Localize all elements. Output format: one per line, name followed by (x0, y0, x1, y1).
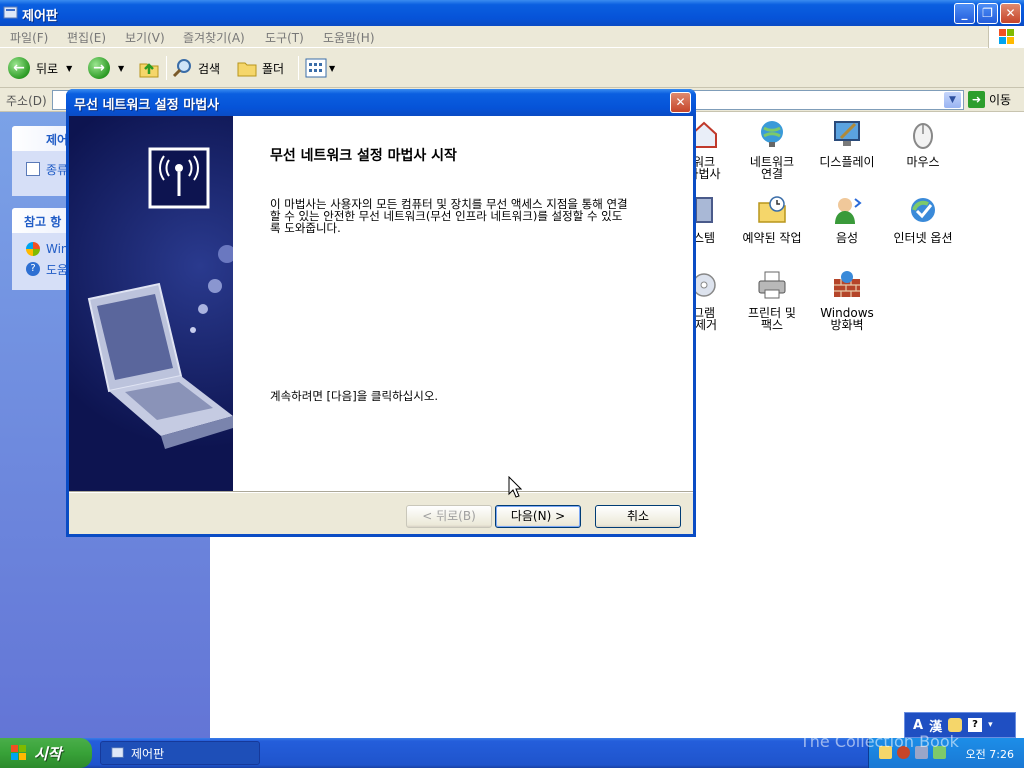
go-arrow-icon: ➜ (968, 91, 985, 108)
chevron-down-icon[interactable]: ▼ (118, 64, 124, 73)
help-icon: ? (26, 262, 40, 276)
item-label: 예약된 작업 (742, 231, 802, 245)
menu-file[interactable]: 파일(F) (10, 29, 48, 46)
views-icon (305, 58, 327, 78)
wizard-side-banner (69, 116, 233, 491)
taskbar-item-label: 제어판 (131, 746, 165, 761)
menu-tools[interactable]: 도구(T) (265, 29, 304, 46)
window-titlebar[interactable]: 제어판 _ ❐ ✕ (0, 0, 1024, 26)
cancel-button[interactable]: 취소 (595, 505, 681, 528)
control-panel-icon (111, 747, 124, 758)
ime-pad-icon[interactable] (948, 718, 963, 732)
window-title: 제어판 (22, 9, 58, 24)
chevron-down-icon[interactable]: ▼ (66, 64, 72, 73)
firewall-icon (834, 271, 860, 297)
maximize-button[interactable]: ❐ (977, 3, 998, 24)
item-label: 마우스 (906, 155, 940, 169)
switch-view-icon (26, 162, 40, 176)
windows-firewall-item[interactable]: Windows 방화벽 (807, 269, 887, 331)
control-panel-icon (3, 6, 18, 19)
search-icon (172, 59, 191, 78)
help-label: 도움 (46, 262, 69, 277)
windows-update-icon (26, 242, 40, 256)
scheduled-tasks-item[interactable]: 예약된 작업 (732, 194, 812, 244)
windows-logo-icon (988, 26, 1024, 48)
go-label: 이동 (989, 93, 1012, 107)
menu-help[interactable]: 도움말(H) (323, 29, 375, 46)
printers-faxes-item[interactable]: 프린터 및 팩스 (732, 269, 812, 331)
folders-button[interactable]: 폴더 (236, 55, 284, 81)
dialog-separator (69, 491, 693, 493)
back-button[interactable]: ← 뒤로 ▼ (8, 55, 72, 81)
wizard-description: 이 마법사는 사용자의 모든 컴퓨터 및 장치를 무선 액세스 지점을 통해 연… (270, 197, 628, 235)
minimize-button[interactable]: _ (954, 3, 975, 24)
wireless-laptop-illustration-icon (87, 147, 233, 449)
start-button[interactable]: 시작 (0, 738, 92, 768)
network-connections-icon (761, 121, 783, 147)
item-label: Windows 방화벽 (820, 306, 874, 332)
forward-arrow-icon: → (88, 57, 110, 79)
back-arrow-icon: ← (8, 57, 30, 79)
taskbar-item-control-panel[interactable]: 제어판 (100, 741, 260, 765)
chevron-down-icon[interactable]: ▼ (329, 64, 335, 73)
folder-icon (237, 62, 257, 77)
toolbar: ← 뒤로 ▼ → ▼ 검색 폴더 ▼ (0, 48, 1024, 88)
views-button[interactable]: ▼ (305, 55, 335, 81)
item-label: 프린터 및 팩스 (748, 306, 796, 332)
item-label: 인터넷 옵션 (893, 231, 953, 245)
item-label: 네트워크 연결 (749, 155, 795, 181)
scheduled-tasks-icon (758, 196, 786, 223)
mouse-pointer-icon (508, 476, 522, 498)
input-mode-indicator[interactable]: A (913, 718, 923, 733)
wizard-continue-text: 계속하려면 [다음]을 클릭하십시오. (270, 389, 439, 403)
wizard-main-panel: 무선 네트워크 설정 마법사 시작 이 마법사는 사용자의 모든 컴퓨터 및 장… (233, 116, 693, 491)
folders-label: 폴더 (262, 61, 285, 76)
switch-view-label: 종류 (46, 162, 69, 177)
internet-options-icon (911, 198, 935, 222)
display-item[interactable]: 디스플레이 (807, 118, 887, 168)
address-dropdown-icon[interactable]: ▼ (944, 92, 961, 108)
speech-item[interactable]: 음성 (807, 194, 887, 244)
back-button[interactable]: < 뒤로(B) (406, 505, 492, 528)
clock[interactable]: 오전 7:26 (966, 746, 1014, 762)
menubar: 파일(F) 편집(E) 보기(V) 즐겨찾기(A) 도구(T) 도움말(H) (0, 26, 1024, 48)
watermark: The Collection Book (800, 732, 959, 751)
item-label: 디스플레이 (819, 155, 875, 169)
start-label: 시작 (34, 744, 62, 763)
wireless-wizard-dialog: 무선 네트워크 설정 마법사 ✕ 무선 네트워크 설정 마법사 시작 이 마법사… (66, 89, 696, 537)
network-connections-item[interactable]: 네트워크 연결 (732, 118, 812, 180)
dialog-body: 무선 네트워크 설정 마법사 시작 이 마법사는 사용자의 모든 컴퓨터 및 장… (69, 116, 693, 534)
menu-favorites[interactable]: 즐겨찾기(A) (183, 29, 245, 46)
dialog-title: 무선 네트워크 설정 마법사 (74, 98, 220, 113)
mouse-item[interactable]: 마우스 (883, 118, 963, 168)
item-label: 음성 (835, 231, 859, 245)
speech-icon (835, 198, 862, 224)
mouse-icon (913, 123, 933, 149)
langbar-options-icon[interactable]: ▾ (988, 720, 993, 730)
windows-logo-icon (11, 745, 26, 760)
display-icon (834, 121, 860, 146)
up-folder-button[interactable] (138, 55, 160, 81)
forward-button[interactable]: → ▼ (88, 55, 124, 81)
dialog-close-button[interactable]: ✕ (670, 92, 691, 113)
close-button[interactable]: ✕ (1000, 3, 1021, 24)
wizard-heading: 무선 네트워크 설정 마법사 시작 (270, 148, 457, 164)
back-label: 뒤로 (36, 61, 59, 76)
next-button[interactable]: 다음(N) > (495, 505, 581, 528)
menu-edit[interactable]: 편집(E) (67, 29, 106, 46)
address-label: 주소(D) (6, 94, 47, 108)
help-icon[interactable]: ? (968, 718, 983, 732)
go-button[interactable]: ➜ 이동 (968, 91, 1011, 108)
internet-options-item[interactable]: 인터넷 옵션 (883, 194, 963, 244)
search-button[interactable]: 검색 (172, 55, 220, 81)
printers-icon (758, 271, 786, 299)
search-label: 검색 (198, 61, 221, 76)
dialog-titlebar[interactable]: 무선 네트워크 설정 마법사 ✕ (66, 89, 696, 116)
up-folder-icon (139, 63, 159, 78)
menu-view[interactable]: 보기(V) (125, 29, 165, 46)
